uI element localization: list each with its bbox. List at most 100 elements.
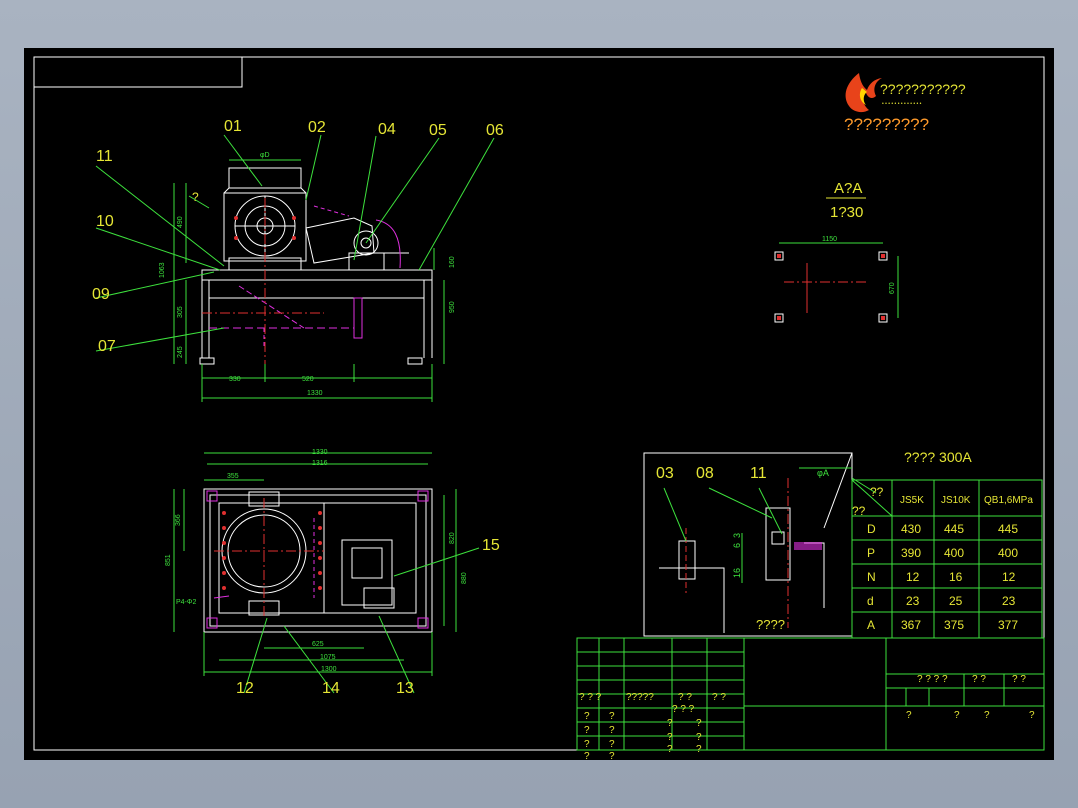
- bolt-p4: [222, 556, 226, 560]
- bolt-p2: [222, 526, 226, 530]
- section-aa: A?A 1?30 1150 670: [774, 180, 899, 323]
- tb-l-header-4: ? ?: [712, 692, 726, 703]
- part-label-05: 05: [429, 122, 447, 139]
- company-logo: ??????????? • • • • • • • • • • • • • ??…: [844, 73, 966, 134]
- row-label-A: A: [867, 618, 875, 632]
- plan-mark: P4-Φ2: [176, 599, 196, 606]
- part-label-08: 08: [696, 465, 714, 482]
- tb-r-bottom-4: ?: [1029, 710, 1035, 721]
- cell-P-2: 400: [944, 546, 964, 560]
- part-label-12: 12: [236, 680, 254, 697]
- bolt-p9: [318, 541, 322, 545]
- cell-P-1: 390: [901, 546, 921, 560]
- part-label-13: 13: [396, 680, 414, 697]
- part-label-09: 09: [92, 286, 110, 303]
- cell-D-1: 430: [901, 522, 921, 536]
- dim-330: 330: [229, 376, 241, 383]
- plan-view: [203, 488, 433, 633]
- dim-1150: 1150: [822, 236, 837, 243]
- cell-N-3: 12: [1002, 570, 1016, 584]
- tb-cell-r1c1: ?: [584, 711, 590, 722]
- hidden-belt: [313, 205, 350, 217]
- dim-305: 305: [177, 306, 184, 318]
- detail-flange: [659, 567, 725, 633]
- tb-r-header-2: ? ?: [972, 674, 986, 685]
- tb-cell-r4c2: ?: [609, 751, 615, 760]
- bolt-p3: [222, 541, 226, 545]
- dim-p820: 820: [449, 532, 456, 544]
- detail-caption: ????: [756, 617, 785, 632]
- row-label-D: D: [867, 522, 876, 536]
- corner-pad-1: [206, 490, 218, 502]
- cell-A-1: 367: [901, 618, 921, 632]
- part-label-03: 03: [656, 465, 674, 482]
- tb-r-bottom-1: ?: [906, 710, 912, 721]
- belt-guard: [305, 217, 375, 264]
- plan-labels: 1330 1316 355 366 851 820 880 625 1075 1…: [165, 449, 500, 697]
- title-block: ? ? ? ????? ? ? ? ? ? ? ? ? ? ? ? ? ? ? …: [576, 637, 1045, 760]
- tb-cell-r2c4: ?: [696, 718, 702, 729]
- drawing-canvas: ??????????? • • • • • • • • • • • • • ??…: [24, 48, 1054, 760]
- part-label-10: 10: [96, 213, 114, 230]
- leader-03: [663, 487, 687, 542]
- gasket: [794, 542, 822, 550]
- part-label-07: 07: [98, 338, 116, 355]
- bolt-p7: [318, 511, 322, 515]
- base-beam: [201, 269, 433, 281]
- bolt-p12: [318, 586, 322, 590]
- tb-l-header-1: ? ? ?: [579, 692, 602, 703]
- part-label-15: 15: [482, 537, 500, 554]
- dim-p880: 880: [461, 572, 468, 584]
- logo-title: ???????????: [880, 81, 966, 97]
- leader-15: [393, 547, 480, 577]
- leader-05: [365, 137, 440, 244]
- bolt-p6: [222, 586, 226, 590]
- dim-160: 160: [449, 256, 456, 268]
- cell-A-3: 377: [998, 618, 1018, 632]
- part-label-14: 14: [322, 680, 340, 697]
- elevation-leaders: [95, 134, 495, 402]
- dim-p366: 366: [175, 514, 182, 526]
- bolt-p10: [318, 556, 322, 560]
- guard-arc: [375, 219, 401, 269]
- tb-r-bottom-2: ?: [954, 710, 960, 721]
- leader-11b: [758, 487, 783, 535]
- dim-phiD: φD: [260, 152, 270, 159]
- bolt-3: [292, 216, 296, 220]
- tb-r-header-3: ? ?: [1012, 674, 1026, 685]
- hopper-line-r: [300, 187, 307, 194]
- section-scale: 1?30: [830, 204, 863, 221]
- corner-box: [33, 56, 243, 88]
- anchor-fill-bl: [777, 316, 781, 320]
- dim-p1300: 1300: [321, 666, 337, 673]
- drawing-border: [33, 56, 1045, 751]
- section-title: A?A: [834, 180, 862, 197]
- bolt-p11: [318, 571, 322, 575]
- leader-09: [95, 271, 215, 299]
- leader-11: [95, 165, 225, 267]
- bolt-1: [234, 216, 238, 220]
- bolt-p1: [222, 511, 226, 515]
- col-header-1: JS5K: [900, 495, 924, 506]
- dim-950: 950: [449, 301, 456, 313]
- bolt-p8: [318, 526, 322, 530]
- hidden-chute: [238, 285, 305, 329]
- tb-cell-r3c3: ?: [667, 732, 673, 743]
- tb-cell-r2c1: ?: [584, 725, 590, 736]
- cell-A-2: 375: [944, 618, 964, 632]
- logo-dots: • • • • • • • • • • • • •: [882, 101, 922, 107]
- part-label-11-detail: 11: [750, 465, 767, 482]
- plan-frame: [203, 488, 433, 633]
- part-label-06: 06: [486, 122, 504, 139]
- cell-d-3: 23: [1002, 594, 1016, 608]
- dim-p851: 851: [165, 554, 172, 566]
- tb-cell-r4c3: ?: [667, 744, 673, 755]
- foot-right: [407, 357, 423, 365]
- bolt-p5: [222, 571, 226, 575]
- part-label-04: 04: [378, 121, 396, 138]
- tb-cell-r2c2: ?: [609, 725, 615, 736]
- cad-drawing: ??????????? • • • • • • • • • • • • • ??…: [33, 56, 1045, 760]
- cell-N-1: 12: [906, 570, 920, 584]
- dim-p625: 625: [312, 641, 324, 648]
- bolt-2: [234, 236, 238, 240]
